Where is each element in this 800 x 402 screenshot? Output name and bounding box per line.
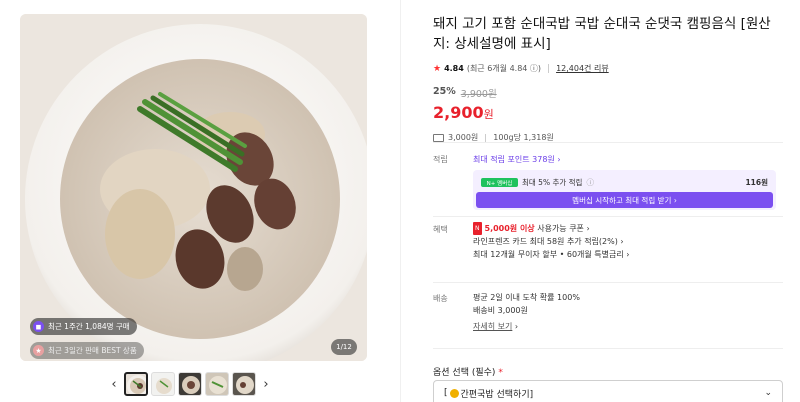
bowl-emoji-icon <box>449 388 459 398</box>
separator <box>485 133 487 142</box>
thumbnail-2[interactable] <box>151 372 175 396</box>
separator <box>548 64 550 73</box>
chevron-down-icon: ⌄ <box>764 388 772 398</box>
main-product-image[interactable]: ◼ 최근 1주간 1,084명 구매 ★ 최근 3일간 판매 BEST 상품 1… <box>20 14 367 361</box>
section-divider <box>433 348 783 349</box>
membership-points: 116원 <box>745 178 768 187</box>
original-price: 3,900원 <box>460 89 497 100</box>
option-select[interactable]: [ 간편국밥 선택하기] ⌄ <box>433 380 783 402</box>
coupon-row[interactable]: N 5,000원 이상 사용가능 쿠폰 › <box>473 222 630 235</box>
product-title: 돼지 고기 포함 순대국밥 국밥 순대국 순댓국 캠핑음식 [원산지: 상세설명… <box>433 16 771 52</box>
chevron-right-icon: › <box>620 237 624 246</box>
option-label: 옵션 선택 (필수) * <box>433 365 503 378</box>
best-seller-badge: ★ 최근 3일간 판매 BEST 상품 <box>30 342 144 359</box>
chevron-right-icon: › <box>626 250 630 259</box>
chevron-left-icon[interactable]: ‹ <box>107 372 121 396</box>
installment-text: 최대 12개월 무이자 할부 • 60개월 특별금리 <box>473 250 624 259</box>
discount-row: 25% 3,900원 <box>433 86 783 100</box>
info-icon[interactable]: ⓘ <box>586 177 594 188</box>
option-select-text: 간편국밥 선택하기] <box>460 389 534 400</box>
required-mark: * <box>498 368 503 378</box>
delivery-details-text: 자세히 보기 <box>473 322 513 331</box>
info-icon: ⓘ) <box>527 64 542 73</box>
reviews-link[interactable]: 12,404건 리뷰 <box>556 63 609 74</box>
thumbnail-3[interactable] <box>178 372 202 396</box>
max-points-text: 최대 적립 포인트 378원 <box>473 155 555 164</box>
coupon-amount: 5,000원 이상 <box>484 224 535 233</box>
delivery-fee: 배송비 3,000원 <box>473 306 528 315</box>
membership-box: N+ 멤버십 최대 5% 추가 적립 ⓘ 116원 멤버십 시작하고 최대 적립… <box>473 170 776 210</box>
thumbnail-4[interactable] <box>205 372 229 396</box>
membership-button-label: 멤버십 시작하고 최대 적립 받기 <box>572 195 672 205</box>
section-divider <box>433 216 783 217</box>
section-divider <box>433 142 783 143</box>
sale-price: 2,900원 <box>433 103 783 122</box>
thumbnail-1[interactable] <box>124 372 148 396</box>
option-label-text: 옵션 선택 (필수) <box>433 368 496 378</box>
bag-icon: ◼ <box>33 321 44 332</box>
discount-rate: 25% <box>433 86 456 97</box>
sale-price-value: 2,900 <box>433 103 484 122</box>
chevron-right-icon: › <box>673 195 677 205</box>
npay-icon: N <box>473 222 482 235</box>
image-counter: 1/12 <box>331 339 357 355</box>
naver-plus-badge: N+ 멤버십 <box>481 178 518 187</box>
delivery-label: 배송 <box>433 294 448 303</box>
thumbnail-strip: ‹ › <box>107 372 273 396</box>
option-select-prefix: [ <box>444 388 448 398</box>
membership-text: 최대 5% 추가 적립 <box>522 178 583 187</box>
installment-row[interactable]: 최대 12개월 무이자 할부 • 60개월 특별금리 › <box>473 248 630 261</box>
chevron-right-icon: › <box>557 155 561 164</box>
sale-price-unit: 원 <box>483 108 494 121</box>
rating-score: 4.84 <box>444 64 464 73</box>
benefits-list: N 5,000원 이상 사용가능 쿠폰 › 라인프렌즈 카드 최대 58원 추가 … <box>473 222 630 261</box>
membership-row: N+ 멤버십 최대 5% 추가 적립 ⓘ 116원 <box>473 170 776 188</box>
membership-start-button[interactable]: 멤버십 시작하고 최대 적립 받기 › <box>476 192 773 208</box>
star-icon: ★ <box>433 63 442 74</box>
chevron-right-icon[interactable]: › <box>259 372 273 396</box>
chevron-right-icon: › <box>514 322 519 331</box>
chevron-right-icon: › <box>586 224 590 233</box>
thumbnail-5[interactable] <box>232 372 256 396</box>
card-benefit-row[interactable]: 라인프렌즈 카드 최대 58원 추가 적립(2%) › <box>473 235 630 248</box>
delivery-info: 평균 2일 이내 도착 확률 100% 배송비 3,000원 자세히 보기 › <box>473 291 580 333</box>
product-info: 돼지 고기 포함 순대국밥 국밥 순대국 순댓국 캠핑음식 [원산지: 상세설명… <box>433 14 783 143</box>
points-label: 적립 <box>433 155 448 164</box>
best-seller-text: 최근 3일간 판매 BEST 상품 <box>48 346 137 355</box>
trophy-icon: ★ <box>33 345 44 356</box>
weekly-purchase-text: 최근 1주간 1,084명 구매 <box>48 322 130 331</box>
rating-row: ★ 4.84 (최근 6개월 4.84 ⓘ) 12,404건 리뷰 <box>433 63 783 74</box>
product-page: ◼ 최근 1주간 1,084명 구매 ★ 최근 3일간 판매 BEST 상품 1… <box>0 0 800 402</box>
rating-recent: (최근 6개월 4.84 ⓘ) <box>466 64 542 73</box>
max-points-link[interactable]: 최대 적립 포인트 378원 › <box>473 154 561 165</box>
soup-illustration <box>20 14 367 361</box>
arrival-text: 평균 2일 이내 도착 확률 100% <box>473 293 580 302</box>
truck-icon <box>433 133 444 142</box>
delivery-details-link[interactable]: 자세히 보기 › <box>473 320 580 333</box>
section-divider <box>433 282 783 283</box>
card-benefit-text: 라인프렌즈 카드 최대 58원 추가 적립(2%) <box>473 237 618 246</box>
column-divider <box>400 0 401 402</box>
benefits-label: 혜택 <box>433 225 448 234</box>
weekly-purchase-badge: ◼ 최근 1주간 1,084명 구매 <box>30 318 137 335</box>
coupon-text: 사용가능 쿠폰 <box>537 224 584 233</box>
